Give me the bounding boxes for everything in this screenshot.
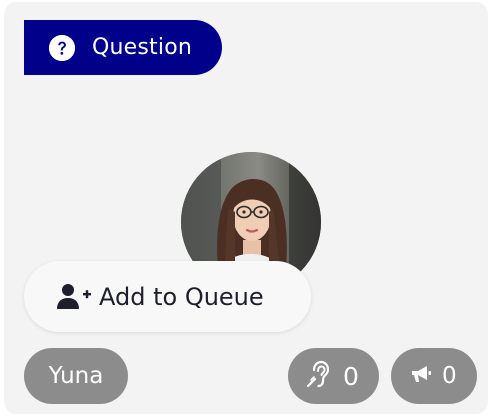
add-to-queue-button[interactable]: Add to Queue: [24, 261, 311, 332]
tag-label: Question: [92, 35, 192, 60]
announcements-badge[interactable]: 0: [391, 348, 477, 404]
hearing-assistance-count: 0: [343, 361, 359, 391]
participant-card: Question Add to Queue Yuna 0 0: [4, 2, 488, 414]
participant-name: Yuna: [48, 363, 104, 389]
hearing-assistance-badge[interactable]: 0: [288, 348, 379, 404]
hearing-assistance-icon: [306, 360, 330, 392]
announcements-count: 0: [442, 363, 457, 389]
megaphone-icon: [410, 364, 432, 388]
add-to-queue-label: Add to Queue: [99, 282, 264, 311]
question-tag: Question: [24, 20, 222, 75]
participant-name-badge: Yuna: [24, 348, 128, 404]
user-plus-icon: [57, 283, 93, 311]
question-circle-icon: [49, 34, 75, 61]
